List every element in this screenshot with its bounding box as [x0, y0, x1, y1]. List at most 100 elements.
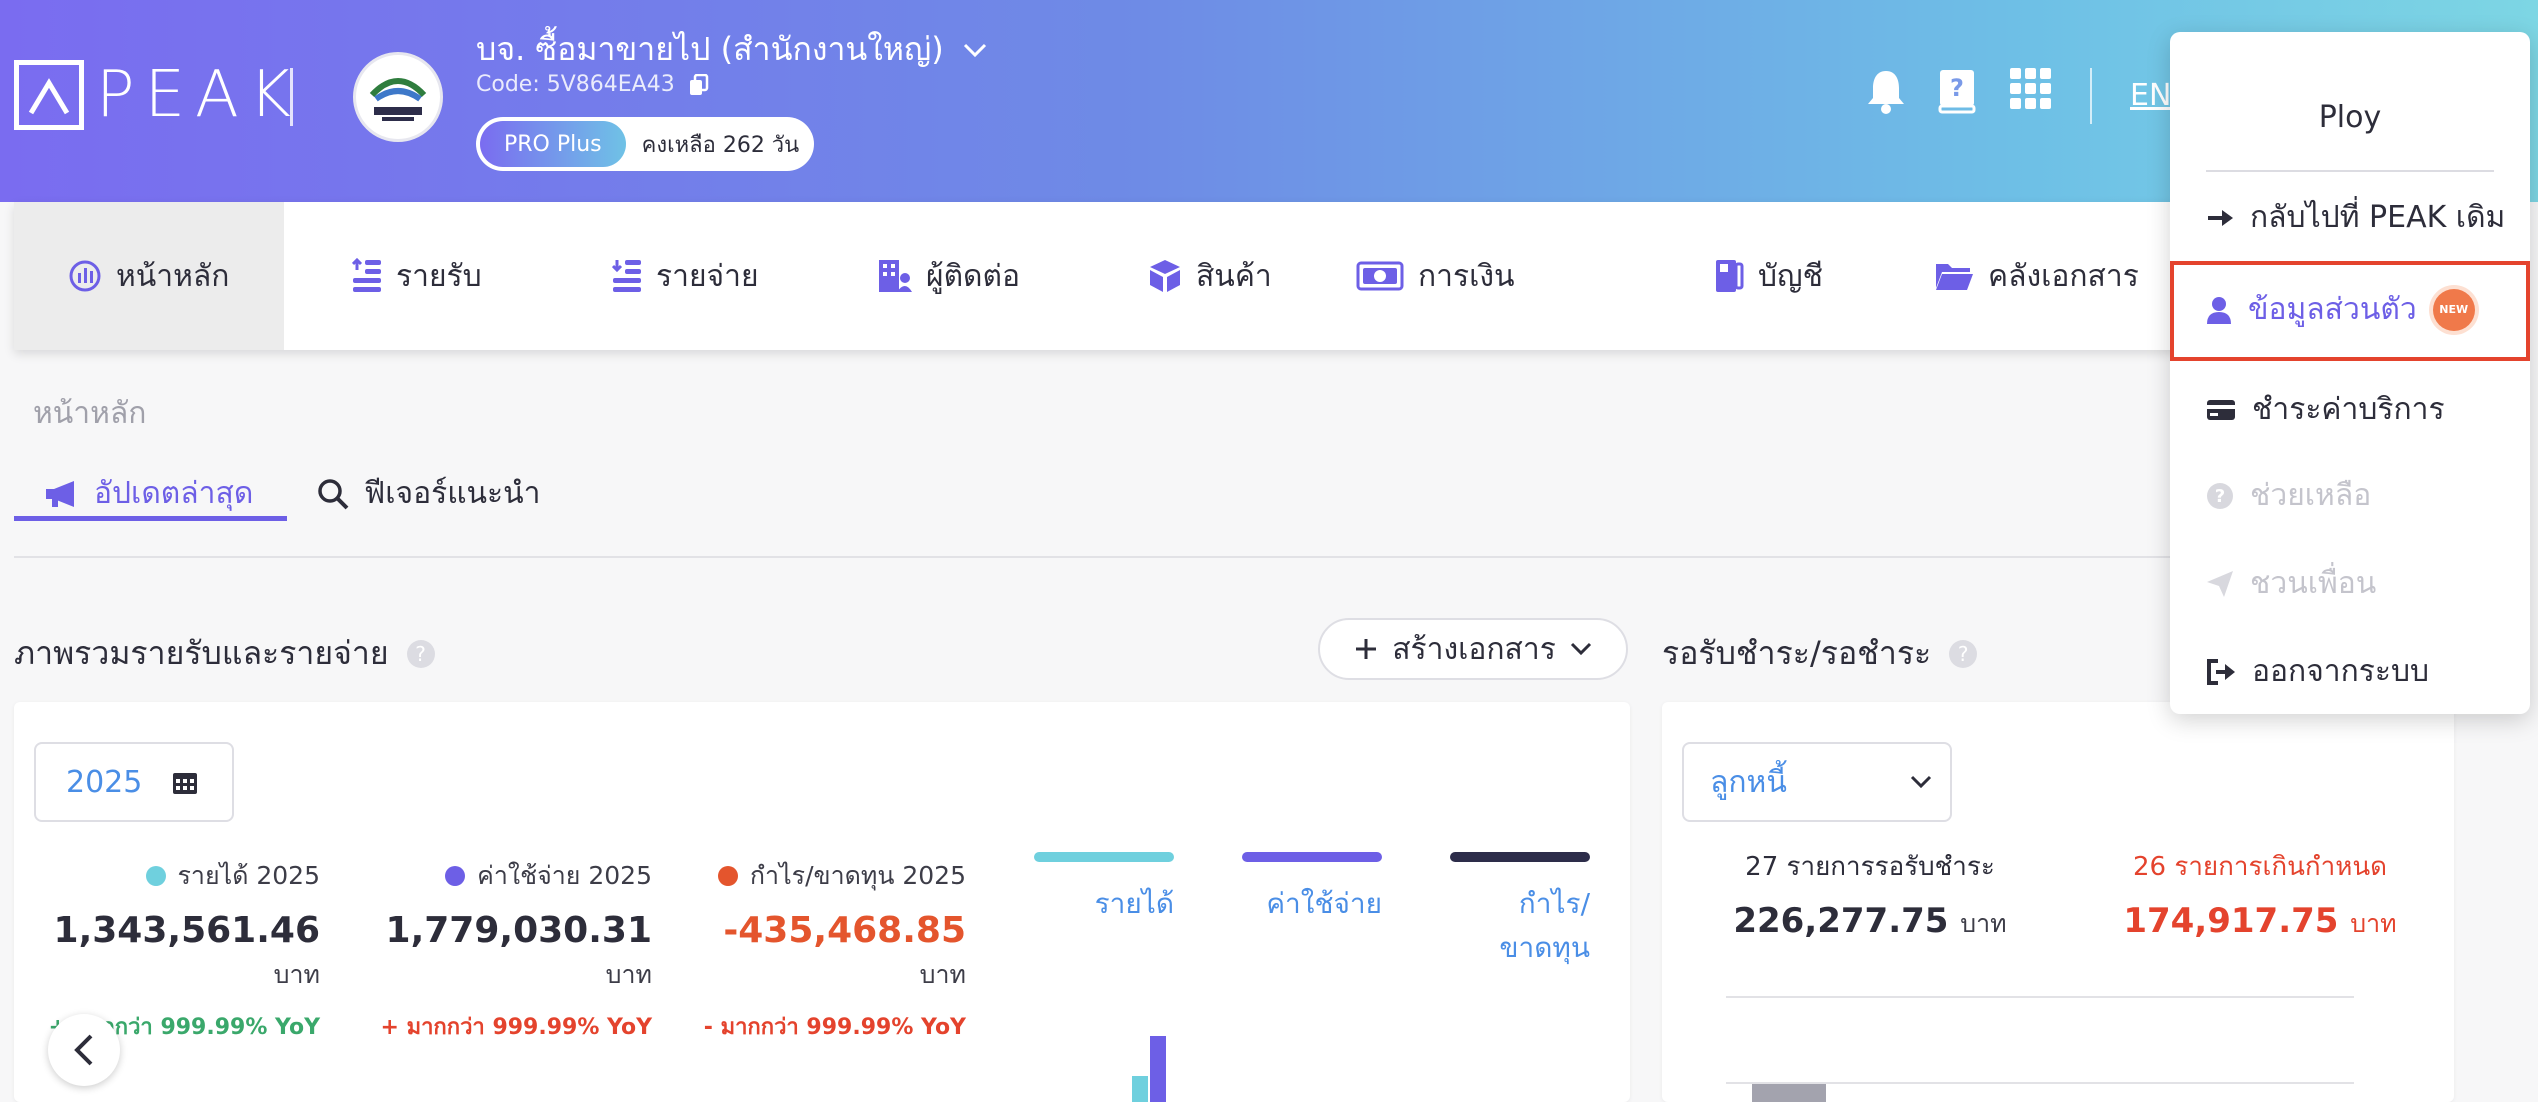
pending-label: 27 รายการรอรับชำระ	[1745, 852, 1995, 882]
help-icon[interactable]: ?	[1949, 639, 1978, 668]
calendar-icon	[173, 773, 197, 794]
tab-label: ฟีเจอร์แนะนำ	[364, 476, 541, 511]
chevron-down-icon	[1570, 642, 1591, 656]
receivables-heading: รอรับชำระ/รอชำระ ?	[1662, 628, 1978, 679]
chart-bar-income	[1132, 1076, 1148, 1102]
send-icon	[2207, 570, 2233, 597]
tab-features[interactable]: ฟีเจอร์แนะนำ	[316, 470, 541, 517]
overdue-value: 174,917.75	[2123, 901, 2339, 941]
nav-item-products[interactable]: สินค้า	[1096, 202, 1354, 350]
logout-icon	[2207, 658, 2235, 685]
menu-divider	[2206, 170, 2494, 172]
expense-icon	[612, 258, 642, 294]
company-code: Code: 5V864EA43	[476, 72, 675, 97]
product-box-icon	[1148, 258, 1182, 294]
user-name: Ploy	[2318, 100, 2382, 135]
legend-dot	[717, 866, 738, 886]
menu-item-logout[interactable]: ออกจากระบบ	[2206, 648, 2429, 695]
svg-text:?: ?	[1950, 74, 1964, 102]
contacts-icon	[878, 258, 912, 294]
legend-profit[interactable]: กำไร/ขาดทุน	[1450, 852, 1590, 970]
breadcrumb[interactable]: หน้าหลัก	[33, 390, 146, 437]
help-icon[interactable]: ?	[406, 639, 435, 668]
nav-item-home[interactable]: หน้าหลัก	[14, 202, 284, 350]
peak-logo[interactable]: PEAK	[14, 60, 301, 130]
menu-item-back-to-old-peak[interactable]: กลับไปที่ PEAK เดิม	[2206, 194, 2505, 241]
chart-gridline	[1726, 996, 2354, 998]
language-switch[interactable]: EN	[2130, 78, 2171, 113]
company-switcher[interactable]: บจ. ซื้อมาขายไป (สำนักงานใหญ่)	[476, 24, 988, 75]
stat-expense: ค่าใช้จ่าย 2025 1,779,030.31 บาท + มากกว…	[360, 856, 652, 1044]
menu-item-invite[interactable]: ชวนเพื่อน	[2206, 560, 2376, 607]
nav-label: การเงิน	[1418, 258, 1515, 294]
plus-icon	[1356, 639, 1377, 659]
plan-badge[interactable]: PRO Plus คงเหลือ 262 วัน	[476, 117, 814, 171]
legend-swatch	[1242, 852, 1382, 862]
nav-label: คลังเอกสาร	[1988, 258, 2139, 294]
legend-label: กำไร/ขาดทุน	[1499, 887, 1590, 964]
chevron-down-icon	[963, 43, 986, 57]
chevron-left-icon	[74, 1034, 93, 1066]
stat-value-row: 1,779,030.31 บาท	[360, 910, 652, 995]
tab-label: อัปเดตล่าสุด	[94, 476, 254, 511]
main-nav: หน้าหลัก รายรับ รายจ่าย ผู้ติดต่อ สินค้า…	[14, 202, 2454, 350]
menu-item-billing[interactable]: ชำระค่าบริการ	[2206, 386, 2445, 433]
menu-item-label: กลับไปที่ PEAK เดิม	[2250, 200, 2506, 235]
stat-value: 1,343,561.46	[53, 910, 320, 951]
legend-dot	[145, 866, 166, 886]
legend-expense[interactable]: ค่าใช้จ่าย	[1242, 852, 1382, 926]
nav-item-finance[interactable]: การเงิน	[1354, 202, 1644, 350]
help-icon: ?	[2207, 482, 2233, 509]
create-document-label: สร้างเอกสาร	[1392, 631, 1556, 667]
nav-item-income[interactable]: รายรับ	[284, 202, 546, 350]
tab-active-indicator	[14, 516, 287, 521]
carousel-prev-button[interactable]	[48, 1014, 120, 1086]
svg-text:?: ?	[2215, 486, 2225, 507]
help-book-icon[interactable]: ?	[1938, 68, 1976, 114]
header-divider	[290, 68, 293, 126]
company-avatar[interactable]	[353, 52, 443, 142]
chevron-down-icon	[1910, 775, 1932, 789]
year-picker[interactable]: 2025	[34, 742, 234, 822]
stat-value-row: -435,468.85 บาท	[680, 910, 966, 995]
stat-label-row: ค่าใช้จ่าย 2025	[360, 856, 652, 896]
copy-icon[interactable]	[689, 73, 709, 96]
megaphone-icon	[46, 480, 74, 507]
plan-remaining: คงเหลือ 262 วัน	[641, 132, 800, 158]
legend-dot	[445, 866, 466, 886]
select-value: ลูกหนี้	[1710, 764, 1787, 800]
nav-item-accounting[interactable]: บัญชี	[1644, 202, 1870, 350]
folder-icon	[1934, 260, 1974, 292]
apps-grid-icon[interactable]	[2010, 68, 2052, 110]
nav-label: ผู้ติดต่อ	[926, 258, 1021, 294]
overdue-summary: 26 รายการเกินกำหนด 174,917.75 บาท	[2100, 846, 2420, 944]
legend-label: รายได้	[1094, 887, 1174, 920]
header-divider-right	[2090, 68, 2092, 124]
stat-label: รายได้ 2025	[177, 861, 321, 890]
tab-updates[interactable]: อัปเดตล่าสุด	[44, 470, 253, 517]
bell-icon[interactable]	[1866, 68, 1906, 114]
nav-item-contacts[interactable]: ผู้ติดต่อ	[816, 202, 1096, 350]
stat-yoy: - มากกว่า 999.99% YoY	[703, 1015, 966, 1040]
highlight-annotation	[2170, 261, 2530, 361]
tabs-divider	[14, 556, 2454, 558]
menu-item-label: ออกจากระบบ	[2252, 654, 2430, 689]
nav-item-documents[interactable]: คลังเอกสาร	[1870, 202, 2180, 350]
nav-label: บัญชี	[1758, 258, 1823, 294]
overdue-label: 26 รายการเกินกำหนด	[2133, 852, 2387, 882]
overdue-unit: บาท	[2350, 909, 2397, 938]
arrow-right-icon	[2208, 209, 2233, 226]
overview-heading: ภาพรวมรายรับและรายจ่าย ?	[14, 628, 435, 679]
nav-item-expense[interactable]: รายจ่าย	[546, 202, 816, 350]
debtor-select[interactable]: ลูกหนี้	[1682, 742, 1952, 822]
nav-label: รายจ่าย	[656, 258, 759, 294]
overdue-value-row: 174,917.75 บาท	[2100, 901, 2420, 944]
legend-swatch	[1034, 852, 1174, 862]
pending-value: 226,277.75	[1733, 901, 1949, 941]
company-code-row: Code: 5V864EA43	[476, 72, 709, 97]
menu-item-help[interactable]: ? ช่วยเหลือ	[2206, 472, 2371, 519]
stat-label: กำไร/ขาดทุน 2025	[749, 861, 966, 890]
nav-label: หน้าหลัก	[116, 258, 230, 294]
create-document-button[interactable]: สร้างเอกสาร	[1318, 618, 1628, 680]
legend-income[interactable]: รายได้	[1034, 852, 1174, 926]
